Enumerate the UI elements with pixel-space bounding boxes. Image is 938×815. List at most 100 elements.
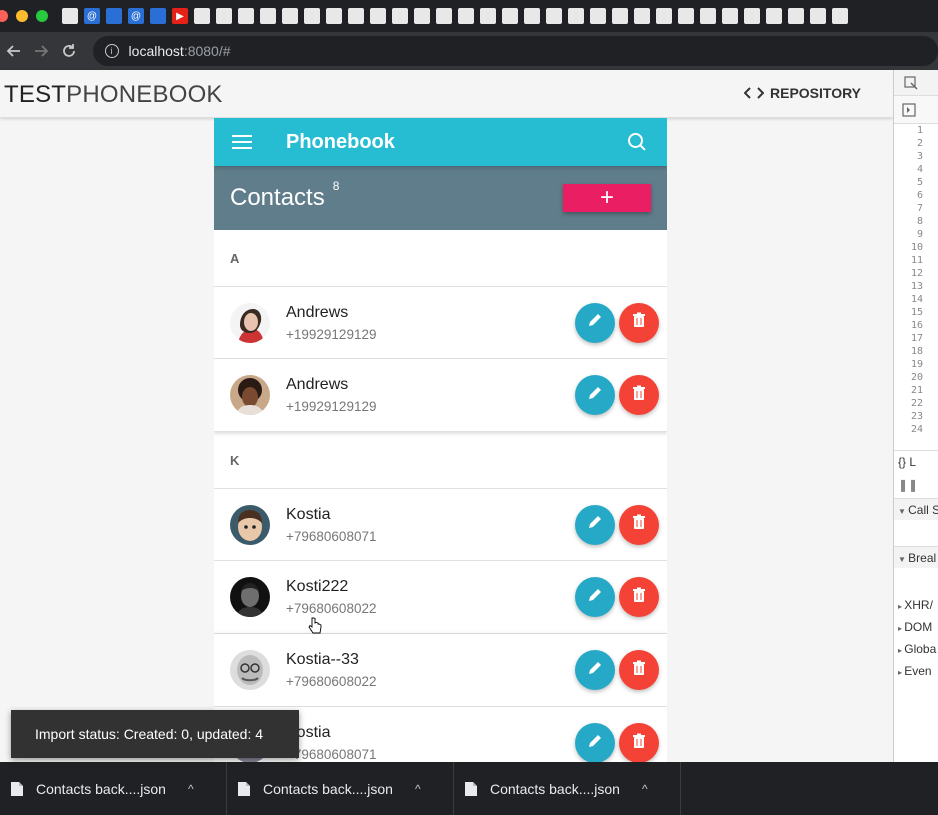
address-bar[interactable]: i localhost:8080/#	[92, 36, 938, 66]
search-icon[interactable]	[627, 132, 647, 152]
line-number[interactable]: 23	[894, 410, 923, 423]
tab-favicon[interactable]	[282, 8, 298, 24]
line-number[interactable]: 20	[894, 371, 923, 384]
tab-favicon[interactable]	[612, 8, 628, 24]
line-number[interactable]: 9	[894, 228, 923, 241]
add-contact-button[interactable]: +	[563, 184, 651, 212]
tab-favicon[interactable]	[392, 8, 408, 24]
minimize-window-button[interactable]	[16, 10, 28, 22]
tab-favicon[interactable]	[150, 8, 166, 24]
line-number[interactable]: 7	[894, 202, 923, 215]
back-arrow-icon[interactable]	[0, 37, 28, 65]
delete-contact-button[interactable]	[619, 723, 659, 762]
toggle-navigator-icon[interactable]	[902, 103, 916, 117]
tab-favicon[interactable]	[788, 8, 804, 24]
line-number[interactable]: 4	[894, 163, 923, 176]
line-number[interactable]: 2	[894, 137, 923, 150]
tab-favicon[interactable]	[348, 8, 364, 24]
tab-favicon[interactable]	[502, 8, 518, 24]
contact-row[interactable]: Andrews +19929129129	[214, 286, 667, 359]
tab-favicon[interactable]	[238, 8, 254, 24]
line-number[interactable]: 10	[894, 241, 923, 254]
hamburger-menu-icon[interactable]	[232, 135, 252, 149]
tab-favicon[interactable]	[326, 8, 342, 24]
tab-favicon[interactable]	[766, 8, 782, 24]
line-number[interactable]: 22	[894, 397, 923, 410]
tab-favicon[interactable]	[656, 8, 672, 24]
line-number[interactable]: 6	[894, 189, 923, 202]
download-item[interactable]: Contacts back....json ^	[227, 762, 454, 815]
line-number[interactable]: 13	[894, 280, 923, 293]
line-number[interactable]: 5	[894, 176, 923, 189]
tab-favicon[interactable]	[414, 8, 430, 24]
contact-row[interactable]: Andrews +19929129129	[214, 359, 667, 432]
tab-favicon[interactable]	[810, 8, 826, 24]
edit-contact-button[interactable]	[575, 302, 615, 343]
line-number[interactable]: 19	[894, 358, 923, 371]
tab-favicon[interactable]	[832, 8, 848, 24]
edit-contact-button[interactable]	[575, 577, 615, 617]
edit-contact-button[interactable]	[575, 723, 615, 762]
tab-favicon[interactable]	[106, 8, 122, 24]
tab-favicon[interactable]	[458, 8, 474, 24]
tab-favicon[interactable]	[480, 8, 496, 24]
tab-favicon[interactable]	[62, 8, 78, 24]
tab-favicon[interactable]	[700, 8, 716, 24]
line-number[interactable]: 15	[894, 306, 923, 319]
contact-row[interactable]: Kostia +79680608071	[214, 488, 667, 561]
line-number[interactable]: 18	[894, 345, 923, 358]
site-info-icon[interactable]: i	[104, 44, 119, 58]
chevron-up-icon[interactable]: ^	[642, 782, 648, 796]
line-number[interactable]: 3	[894, 150, 923, 163]
youtube-tab-icon[interactable]: ▶	[172, 8, 188, 24]
reload-icon[interactable]	[55, 37, 83, 65]
debugger-controls[interactable]: ❚❚	[894, 474, 938, 496]
chevron-up-icon[interactable]: ^	[188, 782, 194, 796]
tab-favicon[interactable]	[216, 8, 232, 24]
tab-favicon[interactable]	[722, 8, 738, 24]
contact-row[interactable]: Kosti222 +79680608022	[214, 561, 667, 634]
devtools-section-xhr[interactable]: ▸ XHR/	[894, 594, 938, 616]
contact-row[interactable]: Kostia--33 +79680608022	[214, 634, 667, 707]
chevron-up-icon[interactable]: ^	[415, 782, 421, 796]
edit-contact-button[interactable]	[575, 504, 615, 545]
tab-favicon[interactable]	[634, 8, 650, 24]
edit-contact-button[interactable]	[575, 375, 615, 415]
line-number[interactable]: 24	[894, 423, 923, 436]
tab-favicon[interactable]	[304, 8, 320, 24]
delete-contact-button[interactable]	[619, 302, 659, 343]
delete-contact-button[interactable]	[619, 577, 659, 617]
line-number[interactable]: 16	[894, 319, 923, 332]
tab-favicon[interactable]	[524, 8, 540, 24]
download-item[interactable]: Contacts back....json ^	[454, 762, 681, 815]
line-number[interactable]: 8	[894, 215, 923, 228]
tab-favicon[interactable]	[370, 8, 386, 24]
tab-favicon[interactable]	[568, 8, 584, 24]
close-window-button[interactable]	[0, 10, 8, 22]
tab-favicon[interactable]	[436, 8, 452, 24]
tab-favicon[interactable]	[194, 8, 210, 24]
devtools-section-dom[interactable]: ▸ DOM	[894, 616, 938, 638]
devtools-section-event[interactable]: ▸ Even	[894, 660, 938, 682]
tab-favicon[interactable]	[260, 8, 276, 24]
inspect-element-icon[interactable]	[904, 76, 918, 90]
tab-favicon[interactable]	[590, 8, 606, 24]
brand-logo[interactable]: TESTPHONEBOOK	[4, 81, 223, 109]
tab-favicon[interactable]: @	[128, 8, 144, 24]
devtools-section-global[interactable]: ▸ Globa	[894, 638, 938, 660]
line-number[interactable]: 11	[894, 254, 923, 267]
tab-favicon[interactable]: @	[84, 8, 100, 24]
download-item[interactable]: Contacts back....json ^	[0, 762, 227, 815]
delete-contact-button[interactable]	[619, 504, 659, 545]
tab-favicon[interactable]	[546, 8, 562, 24]
forward-arrow-icon[interactable]	[28, 37, 56, 65]
devtools-section-breakpoints[interactable]: ▼ Breal	[894, 546, 938, 568]
tab-favicon[interactable]	[678, 8, 694, 24]
line-number[interactable]: 17	[894, 332, 923, 345]
delete-contact-button[interactable]	[619, 650, 659, 690]
line-number[interactable]: 21	[894, 384, 923, 397]
repository-link[interactable]: REPOSITORY	[744, 85, 861, 101]
tab-favicon[interactable]	[744, 8, 760, 24]
delete-contact-button[interactable]	[619, 375, 659, 415]
devtools-format-button[interactable]: {} L	[894, 450, 938, 472]
